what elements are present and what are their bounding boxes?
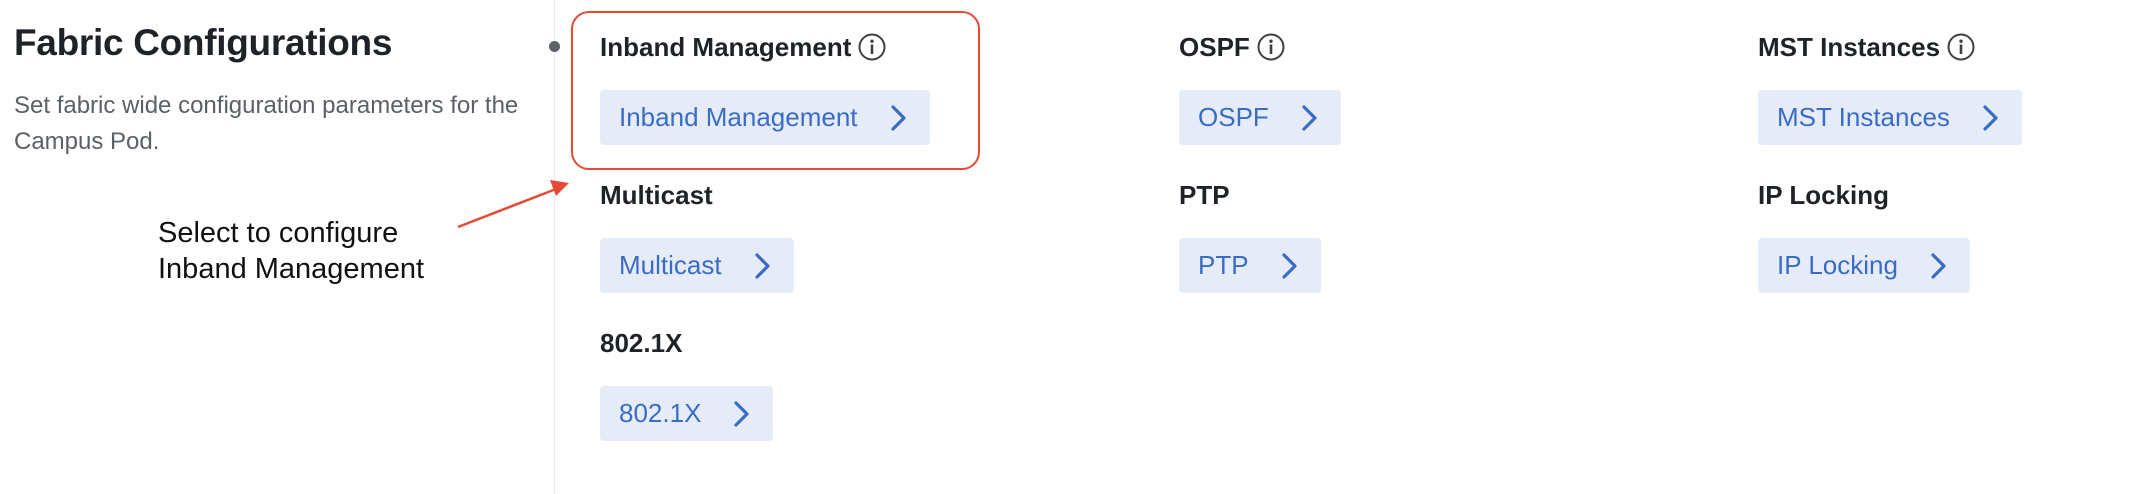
- info-icon[interactable]: [1946, 32, 1976, 62]
- item-title: Multicast: [600, 178, 794, 212]
- chevron-right-icon: [733, 400, 751, 428]
- ip-locking-button[interactable]: IP Locking: [1758, 238, 1970, 293]
- page-title: Fabric Configurations: [14, 22, 393, 63]
- ospf-button[interactable]: OSPF: [1179, 90, 1341, 145]
- config-item-dot1x: 802.1X 802.1X: [600, 326, 774, 441]
- item-title: 802.1X: [600, 326, 773, 360]
- button-label: OSPF: [1198, 102, 1269, 132]
- ptp-button[interactable]: PTP: [1179, 238, 1321, 293]
- chevron-right-icon: [1930, 252, 1948, 280]
- item-title-label: MST Instances: [1758, 31, 1941, 62]
- chevron-right-icon: [754, 252, 772, 280]
- chevron-right-icon: [1982, 104, 2000, 132]
- config-item-ospf: OSPF OSPF: [1179, 30, 1341, 145]
- info-icon[interactable]: [857, 32, 887, 62]
- button-label: 802.1X: [619, 398, 702, 428]
- item-title-label: 802.1X: [600, 327, 683, 358]
- mst-instances-button[interactable]: MST Instances: [1758, 90, 2022, 145]
- item-title: OSPF: [1179, 30, 1341, 64]
- chevron-right-icon: [1281, 252, 1299, 280]
- item-title-label: OSPF: [1179, 31, 1250, 62]
- inband-management-button[interactable]: Inband Management: [600, 90, 930, 145]
- fabric-configurations-page: Fabric Configurations Set fabric wide co…: [0, 0, 2140, 494]
- info-icon[interactable]: [1256, 32, 1286, 62]
- multicast-button[interactable]: Multicast: [600, 238, 794, 293]
- divider-dot: [549, 41, 560, 52]
- item-title: MST Instances: [1758, 30, 2022, 64]
- config-item-inband-management: Inband Management Inband Management: [600, 30, 930, 145]
- button-label: Inband Management: [619, 102, 858, 132]
- chevron-right-icon: [890, 104, 908, 132]
- config-item-multicast: Multicast Multicast: [600, 178, 794, 293]
- item-title-label: IP Locking: [1758, 179, 1889, 210]
- config-item-ip-locking: IP Locking IP Locking: [1758, 178, 1970, 293]
- dot1x-button[interactable]: 802.1X: [600, 386, 774, 441]
- item-title-label: Multicast: [600, 179, 713, 210]
- item-title: IP Locking: [1758, 178, 1970, 212]
- item-title-label: Inband Management: [600, 31, 852, 62]
- config-item-mst-instances: MST Instances MST Instances: [1758, 30, 2022, 145]
- annotation-line-2: Inband Management: [158, 253, 425, 285]
- chevron-right-icon: [1301, 104, 1319, 132]
- item-title: PTP: [1179, 178, 1321, 212]
- button-label: IP Locking: [1777, 250, 1898, 280]
- annotation-line-1: Select to configure: [158, 217, 399, 249]
- button-label: PTP: [1198, 250, 1249, 280]
- item-title-label: PTP: [1179, 179, 1230, 210]
- column-divider: [554, 0, 555, 494]
- config-item-ptp: PTP PTP: [1179, 178, 1321, 293]
- page-description: Set fabric wide configuration parameters…: [14, 92, 519, 155]
- button-label: Multicast: [619, 250, 722, 280]
- annotation-text: Select to configure Inband Management: [158, 215, 424, 287]
- item-title: Inband Management: [600, 30, 930, 64]
- button-label: MST Instances: [1777, 102, 1950, 132]
